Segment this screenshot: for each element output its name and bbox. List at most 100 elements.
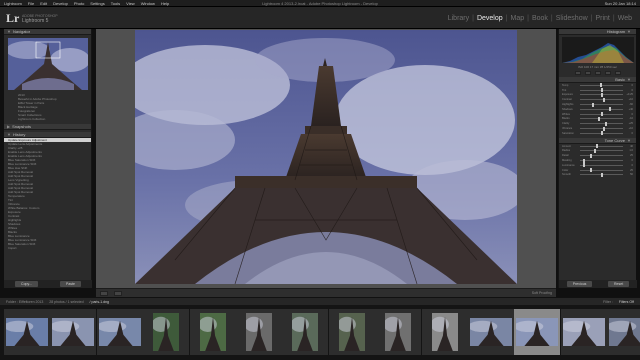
filmstrip-thumbnail[interactable] [236,309,282,355]
slider-track[interactable] [580,168,623,173]
filmstrip-thumbnail[interactable] [421,309,468,355]
view-mode-icon[interactable] [100,290,108,296]
slider-knob[interactable] [591,102,594,107]
module-slideshow[interactable]: Slideshow [556,15,588,22]
slider-value[interactable]: +25 [625,122,633,125]
slider-saturation[interactable]: Saturation 0 [559,131,636,136]
filmstrip-thumbnail[interactable] [282,309,329,355]
slider-knob[interactable] [600,88,603,93]
slider-track[interactable] [580,112,623,117]
slider-value[interactable]: 1.0 [625,149,633,152]
slider-knob[interactable] [598,116,601,121]
menu-photo[interactable]: Photo [74,1,84,6]
slider-knob[interactable] [609,107,612,112]
slider-track[interactable] [580,144,623,149]
slider-value[interactable]: -60 [625,103,633,106]
module-web[interactable]: Web [618,15,632,22]
menu-develop[interactable]: Develop [53,1,68,6]
previous-button[interactable]: Previous [566,281,593,287]
menu-file[interactable]: File [28,1,34,6]
filmstrip-thumbnail[interactable] [143,309,190,355]
slider-knob[interactable] [599,83,602,88]
main-photo[interactable] [135,30,517,284]
spot-removal-icon[interactable] [584,71,591,75]
menu-tools[interactable]: Tools [111,1,120,6]
slider-value[interactable]: +10 [625,98,633,101]
slider-track[interactable] [580,116,623,121]
slider-track[interactable] [580,107,623,112]
slider-value[interactable]: 0 [625,84,633,87]
slider-knob[interactable] [589,168,592,173]
slider-track[interactable] [580,88,623,93]
graduated-filter-icon[interactable] [604,71,611,75]
slider-track[interactable] [580,102,623,107]
slider-value[interactable]: 0 [625,159,633,162]
slider-knob[interactable] [596,144,599,149]
filmstrip-thumbnail[interactable] [607,309,640,355]
slider-track[interactable] [580,158,623,163]
slider-track[interactable] [580,172,623,177]
filmstrip-thumbnail[interactable] [560,309,607,355]
filmstrip-thumbnail[interactable] [96,309,143,355]
navigator-header[interactable]: ▼ Navigator [4,29,91,35]
filmstrip-thumbnail[interactable] [189,309,236,355]
slider-knob[interactable] [601,92,604,97]
module-library[interactable]: Library [448,15,469,22]
list-item[interactable]: Lightroom Collection [4,117,91,121]
slider-track[interactable] [580,83,623,88]
slider-track[interactable] [580,131,623,136]
slider-value[interactable]: 25 [625,154,633,157]
slider-value[interactable]: +40 [625,108,633,111]
slider-value[interactable]: 40 [625,145,633,148]
module-develop[interactable]: Develop [477,15,503,22]
soft-proofing-label[interactable]: Soft Proofing [532,291,552,295]
crop-tool-icon[interactable] [574,71,581,75]
navigator-preview[interactable] [8,38,88,90]
slider-track[interactable] [580,121,623,126]
slider-value[interactable]: 0 [625,89,633,92]
slider-knob[interactable] [583,163,586,168]
filmstrip-thumbnail[interactable] [4,309,50,355]
adjustment-brush-icon[interactable] [614,71,621,75]
slider-knob[interactable] [602,97,605,102]
histogram-header[interactable]: Histogram ▼ [559,29,636,35]
filmstrip-thumbnail[interactable] [514,309,561,355]
menu-view[interactable]: View [126,1,135,6]
slider-track[interactable] [580,163,623,168]
slider-knob[interactable] [600,172,603,177]
module-print[interactable]: Print [595,15,609,22]
slider-knob[interactable] [600,131,603,136]
menu-help[interactable]: Help [161,1,169,6]
module-book[interactable]: Book [532,15,548,22]
slider-knob[interactable] [589,153,592,158]
menu-window[interactable]: Window [141,1,155,6]
slider-value[interactable]: 0 [625,113,633,116]
menu-edit[interactable]: Edit [40,1,47,6]
filter-dropdown[interactable]: Filters Off [619,300,634,304]
slider-value[interactable]: 25 [625,169,633,172]
slider-track[interactable] [580,126,623,131]
slider-value[interactable]: 50 [625,173,633,176]
slider-track[interactable] [580,92,623,97]
reset-button[interactable]: Reset [608,281,630,287]
slider-track[interactable] [580,97,623,102]
menu-settings[interactable]: Settings [90,1,104,6]
history-item[interactable]: Import [4,246,91,250]
menu-lightroom[interactable]: Lightroom [4,1,22,6]
slider-knob[interactable] [600,112,603,117]
slider-knob[interactable] [583,158,586,163]
slider-value[interactable]: 0 [625,164,633,167]
module-map[interactable]: Map [510,15,524,22]
slider-track[interactable] [580,153,623,158]
slider-knob[interactable] [594,148,597,153]
copy-button[interactable]: Copy... [15,281,38,287]
slider-value[interactable]: 0 [625,132,633,135]
slider-value[interactable]: +10 [625,127,633,130]
snapshots-header[interactable]: ▶ Snapshots [4,124,91,130]
paste-button[interactable]: Paste [59,281,81,287]
slider-smooth[interactable]: Smooth 50 [559,172,636,178]
filmstrip-thumbnail[interactable] [468,309,514,355]
filmstrip-thumbnail[interactable] [328,309,375,355]
filmstrip-thumbnail[interactable] [375,309,422,355]
slider-knob[interactable] [602,126,605,131]
